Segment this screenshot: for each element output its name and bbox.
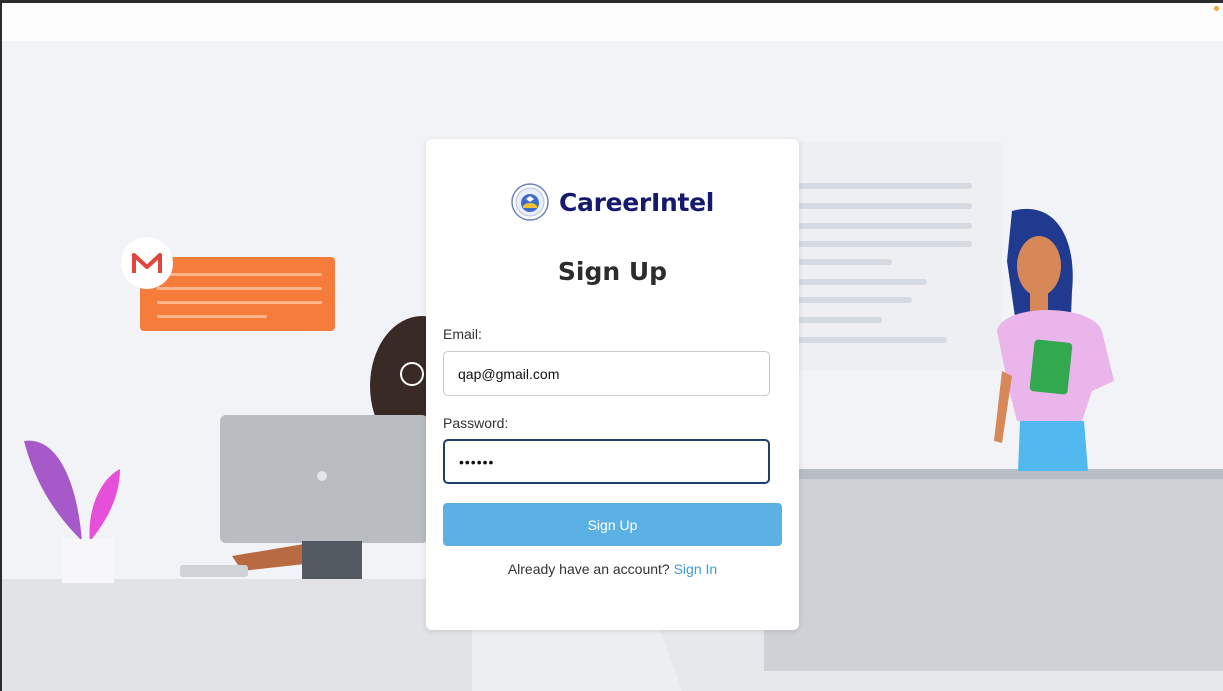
email-label: Email: <box>443 326 482 342</box>
top-bar <box>2 3 1223 41</box>
brand-name: CareerIntel <box>558 187 715 217</box>
status-dot <box>1214 6 1219 11</box>
brand-logo[interactable]: CareerIntel <box>426 183 799 221</box>
have-account-text: Already have an account? <box>507 561 670 577</box>
page-title: Sign Up <box>557 257 668 286</box>
email-field[interactable] <box>443 351 770 396</box>
sign-up-button[interactable]: Sign Up <box>443 503 782 546</box>
password-field[interactable] <box>443 439 770 484</box>
password-label: Password: <box>443 415 509 431</box>
careerintel-emblem-icon <box>511 183 549 221</box>
sign-in-link[interactable]: Sign In <box>674 561 718 577</box>
signin-prompt: Already have an account? Sign In <box>426 561 799 577</box>
signup-card: CareerIntel Sign Up Email: Password: Sig… <box>426 139 799 630</box>
browser-viewport: CareerIntel Sign Up Email: Password: Sig… <box>2 3 1223 691</box>
